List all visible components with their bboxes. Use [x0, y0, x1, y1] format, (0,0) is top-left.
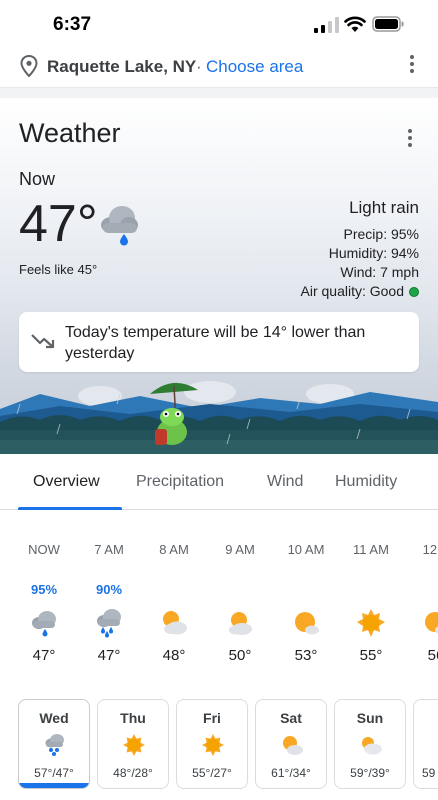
hour-time: 8 AM: [159, 542, 189, 557]
hourly-forecast[interactable]: NOW 95% 47° 7 AM 90% 47° 8 AM 48° 9 AM 5…: [0, 530, 438, 680]
location-separator: ·: [196, 57, 202, 76]
hour-time: 9 AM: [225, 542, 255, 557]
day-name: Fri: [203, 710, 221, 726]
partly-cloudy-icon: [283, 736, 303, 755]
day-card[interactable]: Fri 55°/27°: [176, 699, 248, 789]
heavy-rain-icon: [45, 734, 64, 756]
tab-wind[interactable]: Wind: [267, 473, 303, 491]
humidity-value: Humidity: 94%: [328, 245, 419, 261]
hour-temp: 47°: [97, 647, 121, 664]
location-name: Raquette Lake, NY: [47, 57, 197, 76]
weather-more-options-icon[interactable]: [408, 129, 412, 147]
day-temp-range: 61°/34°: [271, 766, 311, 780]
day-temp-range: 48°/28°: [113, 766, 153, 780]
day-temp-range: 55°/27°: [192, 766, 232, 780]
hour-temp: 50°: [228, 647, 252, 664]
hour-time: 10 AM: [287, 542, 325, 557]
weather-card: Weather Now 47° Feels like 45° Light rai…: [0, 98, 438, 454]
status-time: 6:37: [53, 14, 92, 35]
rainy-landscape-illustration: [0, 381, 438, 454]
hour-temp: 56: [427, 647, 438, 664]
hour-precip: 90%: [95, 582, 123, 597]
battery-icon: [372, 16, 404, 32]
active-tab-indicator: [18, 507, 122, 510]
tab-precipitation[interactable]: Precipitation: [136, 473, 224, 491]
daily-forecast[interactable]: Wed 57°/47° Thu 48°/28° Fri 55°/27° Sat …: [0, 699, 438, 800]
day-temp-range: 59°/39°: [350, 766, 390, 780]
tab-overview[interactable]: Overview: [33, 473, 100, 491]
temperature-comparison-card: Today's temperature will be 14° lower th…: [19, 312, 419, 372]
mostly-sunny-icon: [425, 612, 438, 634]
hour-time: 7 AM: [94, 542, 124, 557]
feels-like: Feels like 45°: [19, 262, 98, 277]
sunny-icon: [123, 734, 145, 756]
day-card[interactable]: Thu 48°/28°: [97, 699, 169, 789]
weather-title: Weather: [19, 118, 121, 148]
day-card[interactable]: Sat 61°/34°: [255, 699, 327, 789]
light-rain-icon: [101, 206, 138, 246]
status-bar: 6:37: [0, 0, 438, 48]
day-temp-range: 59: [422, 766, 436, 780]
rain-icon: [32, 611, 56, 637]
air-quality-indicator-icon: [409, 287, 419, 297]
day-card[interactable]: Wed 57°/47°: [18, 699, 90, 789]
now-label: Now: [19, 169, 56, 189]
hour-temp: 53°: [294, 647, 318, 664]
day-name: Wed: [39, 710, 69, 726]
air-quality[interactable]: Air quality: Good: [300, 283, 419, 299]
partly-cloudy-icon: [229, 612, 252, 635]
location-more-options-icon[interactable]: [410, 55, 414, 73]
heavy-rain-icon: [97, 609, 121, 638]
hour-temp: 55°: [359, 647, 383, 664]
condition-text: Light rain: [349, 198, 419, 217]
hour-temp: 48°: [162, 647, 186, 664]
selected-day-indicator: [19, 783, 89, 788]
sunny-icon: [357, 609, 385, 637]
sunny-icon: [202, 734, 224, 756]
tab-humidity[interactable]: Humidity: [335, 473, 397, 491]
partly-cloudy-icon: [362, 737, 382, 755]
air-quality-text: Air quality: Good: [300, 283, 405, 299]
day-temp-range: 57°/47°: [34, 766, 74, 780]
section-divider: [0, 88, 438, 98]
current-temperature: 47°: [19, 195, 98, 253]
day-card[interactable]: 59: [413, 699, 438, 789]
weather-tabs: Overview Precipitation Wind Humidity: [0, 454, 438, 510]
location-pin-icon: [20, 55, 38, 77]
wifi-icon: [344, 16, 366, 32]
location-bar: Raquette Lake, NY · Choose area: [0, 48, 438, 88]
hour-temp: 47°: [32, 647, 56, 664]
day-name: Thu: [120, 710, 146, 726]
hour-time: 12 P: [422, 542, 438, 557]
hour-precip: 95%: [30, 582, 58, 597]
mostly-sunny-icon: [295, 612, 319, 635]
hour-time: NOW: [28, 542, 60, 557]
wind-value: Wind: 7 mph: [340, 264, 419, 280]
hour-time: 11 AM: [353, 542, 389, 557]
day-name: Sat: [280, 710, 302, 726]
choose-area-link[interactable]: Choose area: [206, 57, 303, 77]
day-name: Sun: [356, 710, 384, 726]
partly-cloudy-icon: [163, 611, 187, 635]
comparison-text: Today's temperature will be 14° lower th…: [65, 324, 366, 362]
precip-value: Precip: 95%: [343, 226, 419, 242]
cellular-signal-icon: [314, 17, 339, 33]
day-card[interactable]: Sun 59°/39°: [334, 699, 406, 789]
trending-down-icon: [31, 334, 55, 349]
